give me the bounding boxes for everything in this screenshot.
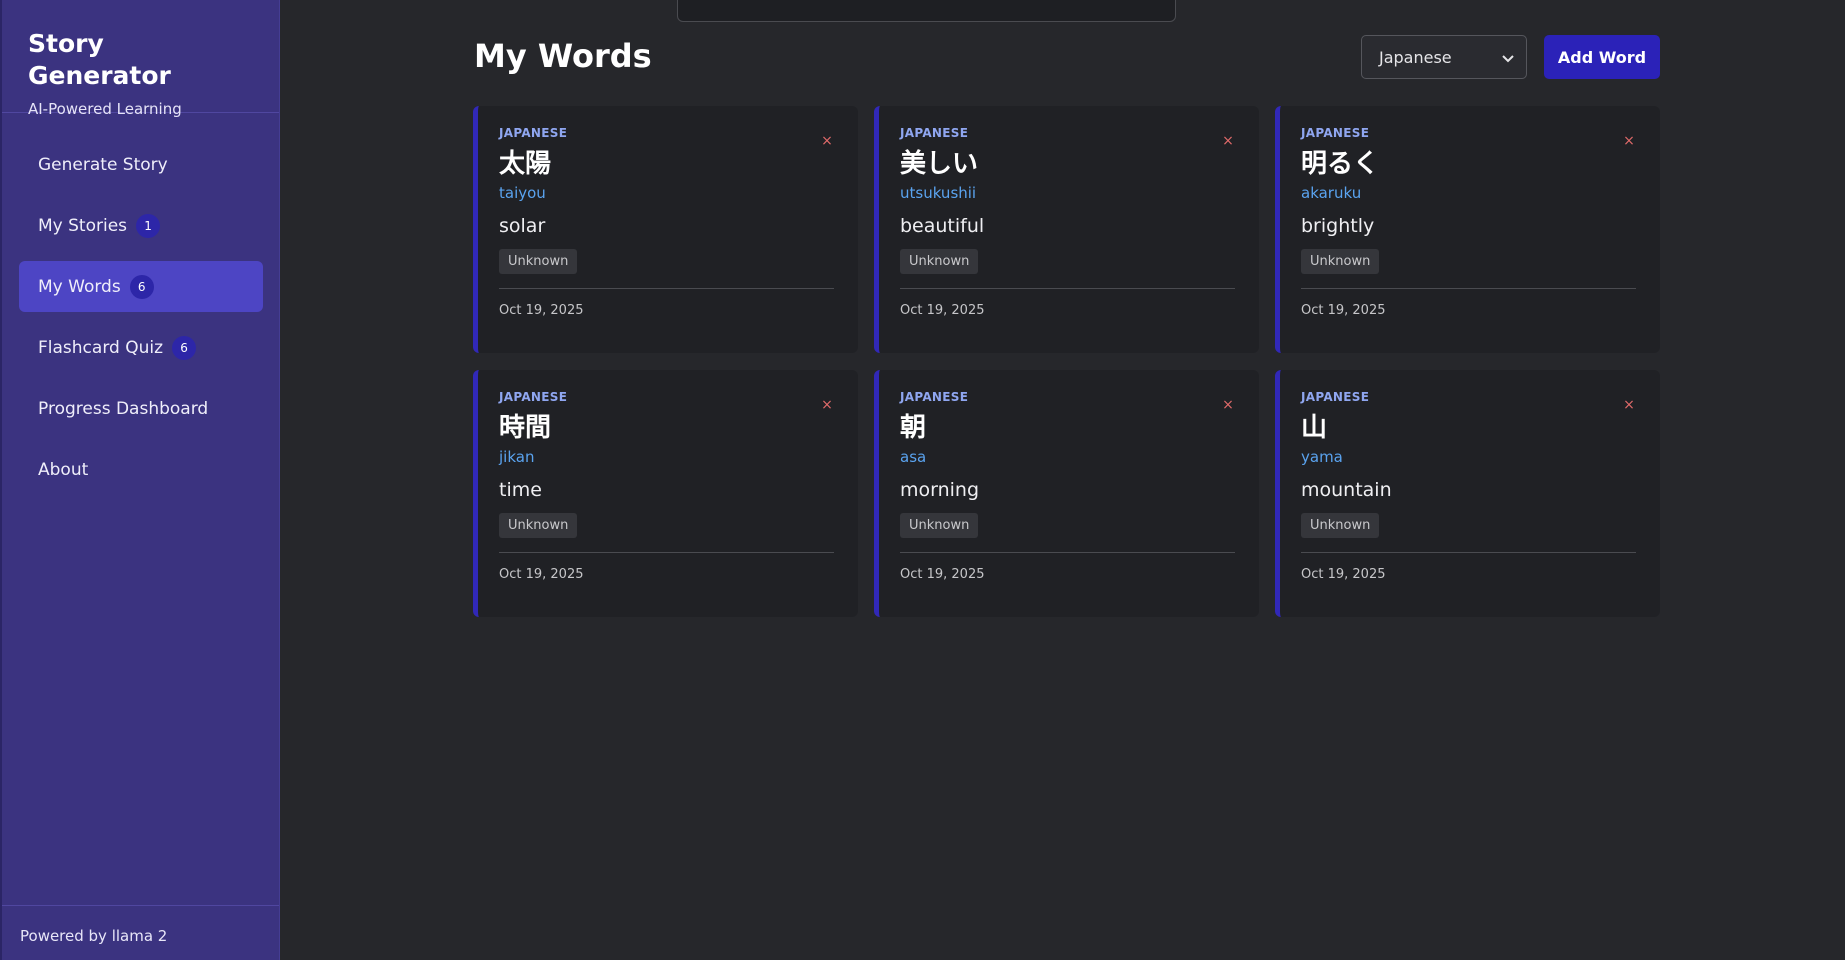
word-text: 明るく [1301, 149, 1380, 179]
card-divider [900, 552, 1235, 553]
nav-item-progress-dashboard[interactable]: Progress Dashboard [19, 383, 263, 434]
card-divider [499, 552, 834, 553]
delete-word-close-icon[interactable]: × [1221, 398, 1235, 412]
word-language: JAPANESE [1301, 126, 1370, 140]
nav-item-label: About [38, 459, 89, 480]
nav-item-label: My Words [38, 276, 121, 297]
word-card: JAPANESE 時間 jikan time Unknown Oct 19, 2… [473, 370, 858, 617]
chevron-down-icon [1502, 48, 1514, 67]
delete-word-close-icon[interactable]: × [820, 134, 834, 148]
nav-item-label: Generate Story [38, 154, 168, 175]
status-badge: Unknown [499, 249, 578, 274]
word-reading: akaruku [1301, 184, 1362, 202]
word-text: 美しい [900, 149, 979, 179]
sidebar: Story Generator AI-Powered Learning Gene… [0, 0, 280, 960]
word-reading: asa [900, 448, 927, 466]
page-title: My Words [474, 37, 652, 75]
word-meaning: beautiful [900, 215, 985, 237]
sidebar-footer: Powered by llama 2 [2, 905, 279, 960]
count-badge: 6 [172, 335, 197, 360]
count-badge: 6 [129, 274, 154, 299]
delete-word-close-icon[interactable]: × [1622, 398, 1636, 412]
delete-word-close-icon[interactable]: × [1221, 134, 1235, 148]
word-grid: JAPANESE 太陽 taiyou solar Unknown Oct 19,… [473, 106, 1660, 617]
delete-word-close-icon[interactable]: × [1622, 134, 1636, 148]
word-language: JAPANESE [900, 390, 969, 404]
language-select[interactable]: Japanese [1361, 35, 1527, 79]
word-card: JAPANESE 山 yama mountain Unknown Oct 19,… [1275, 370, 1660, 617]
word-meaning: solar [499, 215, 546, 237]
delete-word-close-icon[interactable]: × [820, 398, 834, 412]
add-word-button[interactable]: Add Word [1544, 35, 1660, 79]
word-language: JAPANESE [499, 390, 568, 404]
word-meaning: morning [900, 479, 980, 501]
word-reading: utsukushii [900, 184, 977, 202]
word-language: JAPANESE [499, 126, 568, 140]
language-select-value: Japanese [1379, 47, 1452, 67]
word-language: JAPANESE [1301, 390, 1370, 404]
nav-item-label: My Stories [38, 215, 128, 236]
word-meaning: time [499, 479, 542, 501]
nav-item-flashcard-quiz[interactable]: Flashcard Quiz 6 [19, 322, 263, 373]
nav-item-generate-story[interactable]: Generate Story [19, 139, 263, 190]
word-card: JAPANESE 太陽 taiyou solar Unknown Oct 19,… [473, 106, 858, 353]
card-divider [900, 288, 1235, 289]
word-date: Oct 19, 2025 [900, 303, 985, 318]
word-meaning: brightly [1301, 215, 1375, 237]
brand: Story Generator AI-Powered Learning [2, 0, 279, 118]
count-badge: 1 [136, 213, 161, 238]
card-divider [1301, 288, 1636, 289]
word-date: Oct 19, 2025 [499, 303, 584, 318]
word-date: Oct 19, 2025 [499, 567, 584, 582]
word-card: JAPANESE 朝 asa morning Unknown Oct 19, 2… [874, 370, 1259, 617]
word-date: Oct 19, 2025 [1301, 303, 1386, 318]
word-text: 山 [1301, 413, 1328, 443]
nav-item-my-words[interactable]: My Words 6 [19, 261, 263, 312]
word-card: JAPANESE 明るく akaruku brightly Unknown Oc… [1275, 106, 1660, 353]
status-badge: Unknown [1301, 249, 1380, 274]
nav-item-about[interactable]: About [19, 444, 263, 495]
status-badge: Unknown [499, 513, 578, 538]
nav-item-label: Progress Dashboard [38, 398, 209, 419]
word-text: 太陽 [499, 149, 552, 179]
word-date: Oct 19, 2025 [900, 567, 985, 582]
word-card: JAPANESE 美しい utsukushii beautiful Unknow… [874, 106, 1259, 353]
word-meaning: mountain [1301, 479, 1392, 501]
nav-item-my-stories[interactable]: My Stories 1 [19, 200, 263, 251]
word-text: 朝 [900, 413, 927, 443]
card-divider [1301, 552, 1636, 553]
status-badge: Unknown [1301, 513, 1380, 538]
word-reading: taiyou [499, 184, 546, 202]
word-date: Oct 19, 2025 [1301, 567, 1386, 582]
app-title: Story Generator [28, 29, 171, 90]
status-badge: Unknown [900, 513, 979, 538]
word-text: 時間 [499, 413, 552, 443]
toast-notification [677, 0, 1176, 22]
card-divider [499, 288, 834, 289]
word-reading: yama [1301, 448, 1343, 466]
sidebar-nav: Generate Story My Stories 1 My Words 6 F… [2, 113, 279, 495]
word-reading: jikan [499, 448, 535, 466]
status-badge: Unknown [900, 249, 979, 274]
word-language: JAPANESE [900, 126, 969, 140]
nav-item-label: Flashcard Quiz [38, 337, 164, 358]
